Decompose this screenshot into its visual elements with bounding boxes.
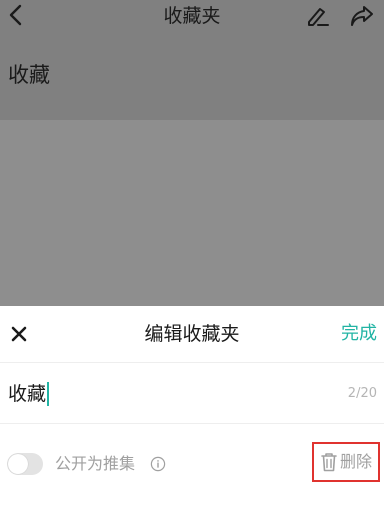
folder-name-value: 收藏 bbox=[8, 383, 47, 405]
top-bar: 收藏夹 bbox=[0, 0, 384, 32]
share-icon[interactable] bbox=[349, 4, 375, 28]
folder-name-row: 收藏 2/20 bbox=[0, 363, 384, 424]
toggle-knob bbox=[8, 454, 28, 474]
char-counter: 2/20 bbox=[347, 386, 377, 401]
trash-icon bbox=[321, 453, 337, 472]
screen: 收藏夹 收藏 编辑收藏夹 完成 收藏 2/20 公开为推集 删除 bbox=[0, 0, 384, 510]
folder-name-input[interactable]: 收藏 bbox=[8, 381, 50, 407]
delete-button[interactable]: 删除 bbox=[312, 442, 380, 482]
edit-folder-sheet: 编辑收藏夹 完成 收藏 2/20 公开为推集 删除 bbox=[0, 306, 384, 510]
public-toggle-label: 公开为推集 bbox=[55, 454, 136, 473]
delete-label: 删除 bbox=[339, 452, 372, 471]
background-page-overlay: 收藏夹 收藏 bbox=[0, 0, 384, 306]
done-button[interactable]: 完成 bbox=[341, 322, 377, 346]
sheet-header: 编辑收藏夹 完成 bbox=[0, 306, 384, 363]
text-caret bbox=[47, 382, 50, 406]
info-icon[interactable] bbox=[150, 456, 166, 472]
options-row: 公开为推集 删除 bbox=[0, 442, 384, 486]
favorites-heading: 收藏 bbox=[8, 63, 50, 87]
public-toggle[interactable] bbox=[7, 453, 43, 475]
edit-icon[interactable] bbox=[305, 4, 331, 28]
sheet-title: 编辑收藏夹 bbox=[144, 323, 240, 345]
